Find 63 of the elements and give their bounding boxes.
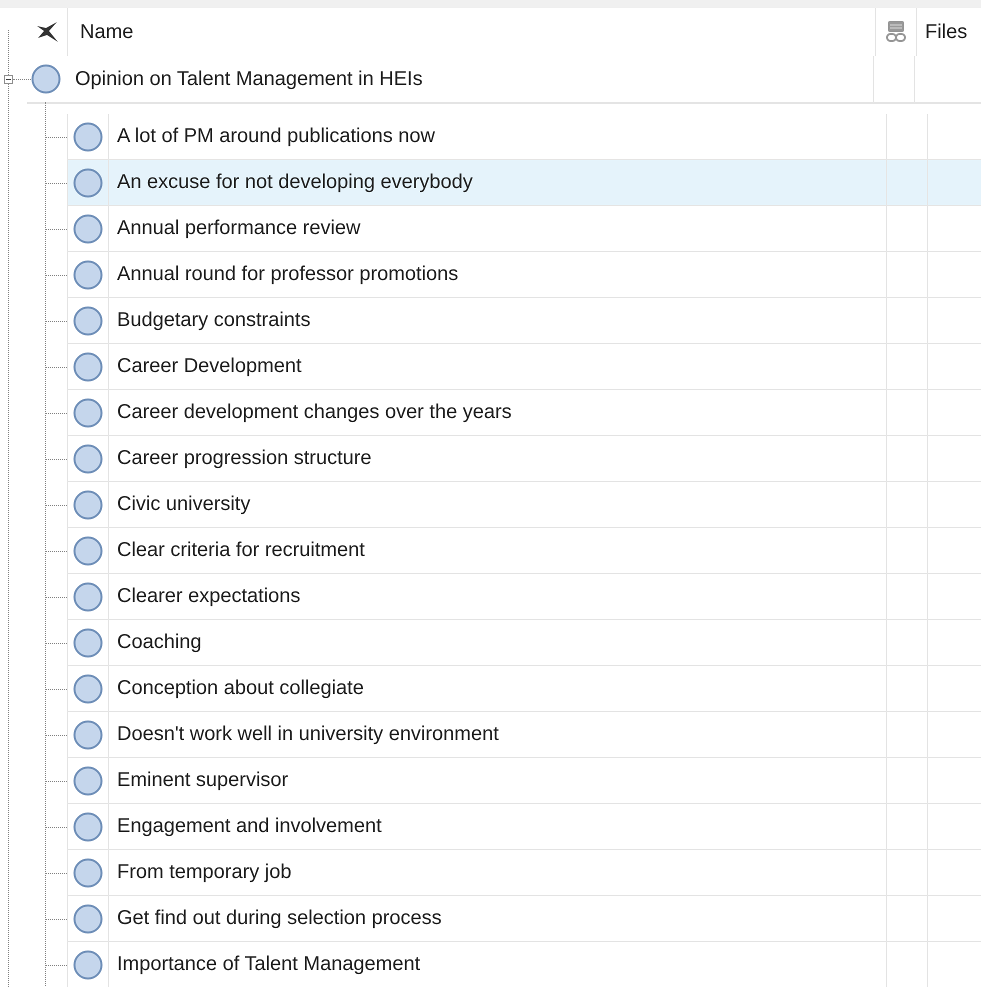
- node-icon: [73, 720, 103, 750]
- tree-item-label: A lot of PM around publications now: [117, 125, 435, 148]
- tree-item[interactable]: Opinion on Talent Management in HEIs: [75, 68, 423, 90]
- tree-row[interactable]: Doesn't work well in university environment: [67, 712, 981, 758]
- node-icon: [73, 674, 103, 704]
- tree-row[interactable]: Civic university: [67, 482, 981, 528]
- tree-row[interactable]: An excuse for not developing everybody: [67, 160, 981, 206]
- tree-item-label: Conception about collegiate: [117, 677, 364, 700]
- tree-item-label: Eminent supervisor: [117, 769, 288, 792]
- tree-row[interactable]: Career Development: [67, 344, 981, 390]
- column-header[interactable]: Files: [925, 20, 968, 44]
- tree-row[interactable]: Engagement and involvement: [67, 804, 981, 850]
- tree-item-label: Career Development: [117, 355, 302, 378]
- tree-row[interactable]: Career progression structure: [67, 436, 981, 482]
- tree-item-label: An excuse for not developing everybody: [117, 171, 473, 194]
- node-icon: [31, 64, 61, 94]
- tree-item-label: Get find out during selection process: [117, 907, 442, 930]
- node-icon: [73, 214, 103, 244]
- tree-item-label: Annual round for professor promotions: [117, 263, 458, 286]
- tree-item-label: From temporary job: [117, 861, 292, 884]
- tree-item-label: Career development changes over the years: [117, 401, 512, 424]
- node-icon: [73, 306, 103, 336]
- node-icon: [73, 490, 103, 520]
- tree-row[interactable]: Get find out during selection process: [67, 896, 981, 942]
- node-icon: [73, 766, 103, 796]
- tree-item-label: Doesn't work well in university environment: [117, 723, 499, 746]
- tree-item-label: Annual performance review: [117, 217, 360, 240]
- column-header[interactable]: Name: [80, 20, 134, 44]
- tree-row[interactable]: Eminent supervisor: [67, 758, 981, 804]
- tree-row[interactable]: Annual round for professor promotions: [67, 252, 981, 298]
- tree-row[interactable]: Coaching: [67, 620, 981, 666]
- node-icon: [73, 536, 103, 566]
- node-icon: [73, 950, 103, 980]
- tree-row[interactable]: Budgetary constraints: [67, 298, 981, 344]
- tree-row[interactable]: Career development changes over the years: [67, 390, 981, 436]
- collapse-icon[interactable]: [4, 74, 13, 84]
- node-icon: [73, 352, 103, 382]
- tree-item-label: Coaching: [117, 631, 202, 654]
- link-icon: [886, 20, 906, 44]
- tree-item-label: Clearer expectations: [117, 585, 300, 608]
- node-icon: [73, 628, 103, 658]
- node-icon: [73, 122, 103, 152]
- tree-row[interactable]: Conception about collegiate: [67, 666, 981, 712]
- node-icon: [73, 582, 103, 612]
- node-icon: [73, 904, 103, 934]
- node-icon: [73, 398, 103, 428]
- node-icon: [73, 812, 103, 842]
- star-icon: [35, 20, 59, 44]
- node-icon: [73, 858, 103, 888]
- tree-item-label: Clear criteria for recruitment: [117, 539, 365, 562]
- tree-item-label: Career progression structure: [117, 447, 372, 470]
- tree-row[interactable]: Clear criteria for recruitment: [67, 528, 981, 574]
- node-icon: [73, 168, 103, 198]
- tree-item-label: Importance of Talent Management: [117, 953, 420, 976]
- node-icon: [73, 444, 103, 474]
- tree-row[interactable]: A lot of PM around publications now: [67, 114, 981, 160]
- tree-item-label: Budgetary constraints: [117, 309, 310, 332]
- tree-item-label: Engagement and involvement: [117, 815, 382, 838]
- tree-item-label: Civic university: [117, 493, 250, 516]
- tree-row[interactable]: Annual performance review: [67, 206, 981, 252]
- tree-row[interactable]: Clearer expectations: [67, 574, 981, 620]
- node-icon: [73, 260, 103, 290]
- tree-row[interactable]: From temporary job: [67, 850, 981, 896]
